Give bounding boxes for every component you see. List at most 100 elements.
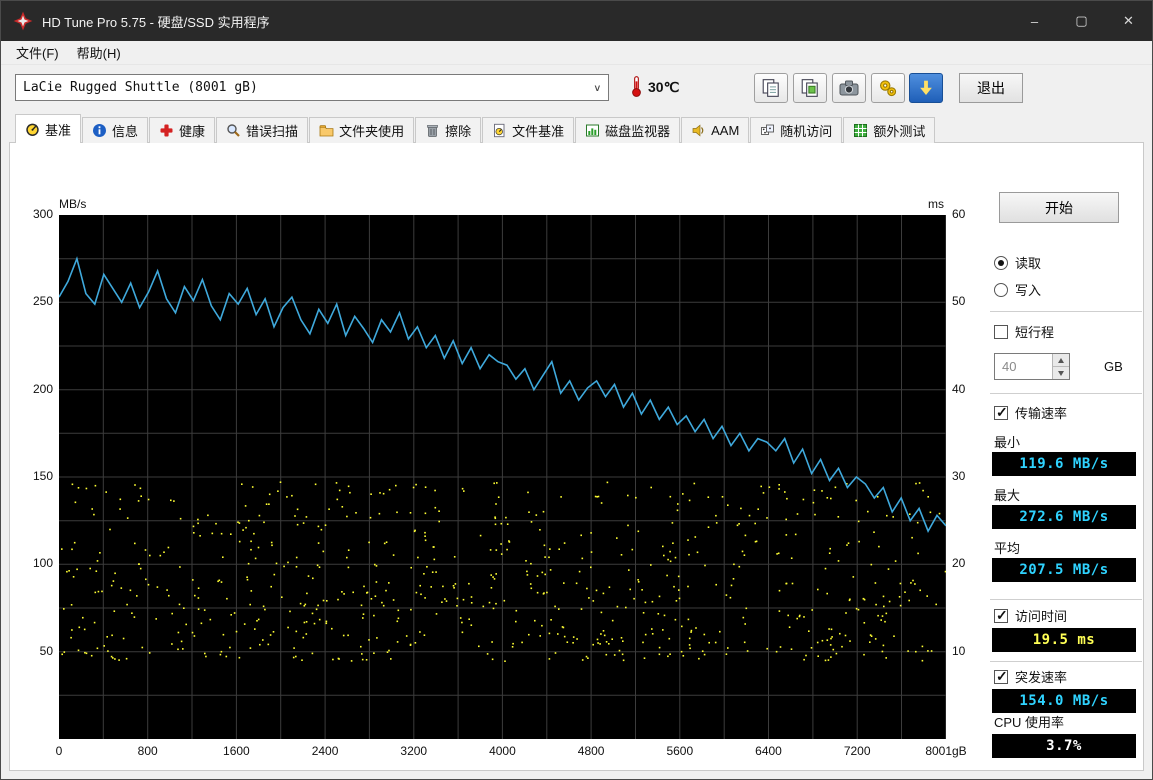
checkbox-unchecked-icon — [994, 325, 1008, 339]
y-right-unit: ms — [902, 197, 944, 211]
avg-value: 207.5 MB/s — [992, 558, 1136, 582]
read-radio-label: 读取 — [1015, 253, 1041, 272]
access-time-value: 19.5 ms — [992, 628, 1136, 652]
tab-10[interactable]: 随机访问 — [750, 117, 842, 143]
tab-1[interactable]: 基准 — [15, 114, 81, 143]
chevron-down-icon: ∨ — [594, 82, 601, 93]
tab-7[interactable]: 文件基准 — [482, 117, 574, 143]
menu-help[interactable]: 帮助(H) — [68, 41, 130, 64]
hd-tune-window: HD Tune Pro 5.75 - 硬盘/SSD 实用程序 – ▢ ✕ 文件(… — [0, 0, 1153, 780]
gb-unit-label: GB — [1104, 359, 1123, 374]
tab-9[interactable]: AAM — [681, 117, 749, 143]
camera-icon — [839, 78, 859, 98]
tab-label: 随机访问 — [780, 121, 832, 140]
tab-3[interactable]: 健康 — [149, 117, 215, 143]
toolbar-buttons — [754, 73, 905, 103]
y-left-tick: 100 — [11, 556, 53, 570]
options-button[interactable] — [871, 73, 905, 103]
disk-monitor-icon — [585, 123, 600, 138]
aam-icon — [691, 123, 706, 138]
short-stroke-checkbox[interactable]: 短行程 — [994, 322, 1054, 341]
checkbox-checked-icon — [994, 406, 1008, 420]
min-value: 119.6 MB/s — [992, 452, 1136, 476]
benchmark-chart — [59, 215, 946, 739]
y-left-tick: 200 — [11, 382, 53, 396]
divider — [990, 393, 1142, 395]
screenshot-button[interactable] — [832, 73, 866, 103]
x-axis-tick: 0 — [29, 744, 89, 758]
tab-label: 基准 — [45, 120, 71, 139]
short-stroke-value: 40 — [995, 354, 1052, 379]
transfer-rate-label: 传输速率 — [1015, 403, 1067, 422]
close-button[interactable]: ✕ — [1105, 1, 1152, 41]
access-time-checkbox[interactable]: 访问时间 — [994, 606, 1067, 625]
control-panel: 开始 读取 写入 短行程 40 — [988, 143, 1146, 770]
tab-11[interactable]: 额外测试 — [843, 117, 935, 143]
benchmark-icon — [25, 122, 40, 137]
menu-bar: 文件(F) 帮助(H) — [1, 41, 1152, 65]
spin-up-button[interactable] — [1053, 354, 1069, 367]
window-title: HD Tune Pro 5.75 - 硬盘/SSD 实用程序 — [42, 12, 270, 31]
min-label: 最小 — [994, 432, 1020, 451]
copy-icon — [761, 78, 781, 98]
radio-selected-icon — [994, 256, 1008, 270]
copy-text-button[interactable] — [754, 73, 788, 103]
spinner — [1052, 354, 1069, 379]
tab-label: 健康 — [179, 121, 205, 140]
divider — [990, 599, 1142, 601]
app-logo-icon — [13, 11, 33, 31]
start-button[interactable]: 开始 — [999, 192, 1119, 223]
short-stroke-input[interactable]: 40 — [994, 353, 1070, 380]
random-access-icon — [760, 123, 775, 138]
access-time-label: 访问时间 — [1015, 606, 1067, 625]
benchmark-page: 开始 读取 写入 短行程 40 — [9, 142, 1144, 771]
tab-4[interactable]: 错误扫描 — [216, 117, 308, 143]
tab-2[interactable]: 信息 — [82, 117, 148, 143]
copy-image-icon — [800, 78, 820, 98]
y-right-tick: 10 — [952, 644, 992, 658]
copy-image-button[interactable] — [793, 73, 827, 103]
x-axis-tick: 3200 — [384, 744, 444, 758]
checkbox-checked-icon — [994, 670, 1008, 684]
drive-select[interactable]: LaCie Rugged Shuttle (8001 gB) ∨ — [15, 74, 609, 101]
maximize-button[interactable]: ▢ — [1058, 1, 1105, 41]
minimize-button[interactable]: – — [1011, 1, 1058, 41]
temperature-indicator: 30℃ — [630, 74, 679, 101]
error-scan-icon — [226, 123, 241, 138]
x-axis-tick: 5600 — [650, 744, 710, 758]
tab-5[interactable]: 文件夹使用 — [309, 117, 414, 143]
burst-rate-label: 突发速率 — [1015, 667, 1067, 686]
checkbox-checked-icon — [994, 609, 1008, 623]
tab-label: 信息 — [112, 121, 138, 140]
y-left-tick: 50 — [11, 644, 53, 658]
write-radio[interactable]: 写入 — [994, 280, 1041, 299]
tab-8[interactable]: 磁盘监视器 — [575, 117, 680, 143]
y-left-tick: 150 — [11, 469, 53, 483]
window-controls: – ▢ ✕ — [1011, 1, 1152, 41]
info-icon — [92, 123, 107, 138]
x-axis-tick: 4800 — [561, 744, 621, 758]
exit-button[interactable]: 退出 — [959, 73, 1023, 103]
short-stroke-label: 短行程 — [1015, 322, 1054, 341]
tab-6[interactable]: 擦除 — [415, 117, 481, 143]
avg-label: 平均 — [994, 538, 1020, 557]
read-radio[interactable]: 读取 — [994, 253, 1041, 272]
y-right-tick: 50 — [952, 294, 992, 308]
triangle-up-icon — [1058, 358, 1064, 363]
tab-label: AAM — [711, 123, 739, 138]
x-axis-tick: 800 — [118, 744, 178, 758]
triangle-down-icon — [1058, 371, 1064, 376]
temperature-value: 30℃ — [648, 79, 679, 96]
divider — [990, 661, 1142, 663]
update-button[interactable] — [909, 73, 943, 103]
tab-label: 错误扫描 — [246, 121, 298, 140]
tab-label: 文件基准 — [512, 121, 564, 140]
spin-down-button[interactable] — [1053, 367, 1069, 379]
extra-tests-icon — [853, 123, 868, 138]
burst-rate-checkbox[interactable]: 突发速率 — [994, 667, 1067, 686]
tab-label: 文件夹使用 — [339, 121, 404, 140]
y-left-unit: MB/s — [59, 197, 119, 211]
transfer-rate-checkbox[interactable]: 传输速率 — [994, 403, 1067, 422]
menu-file[interactable]: 文件(F) — [7, 41, 68, 64]
chart-plot-area — [59, 215, 946, 739]
